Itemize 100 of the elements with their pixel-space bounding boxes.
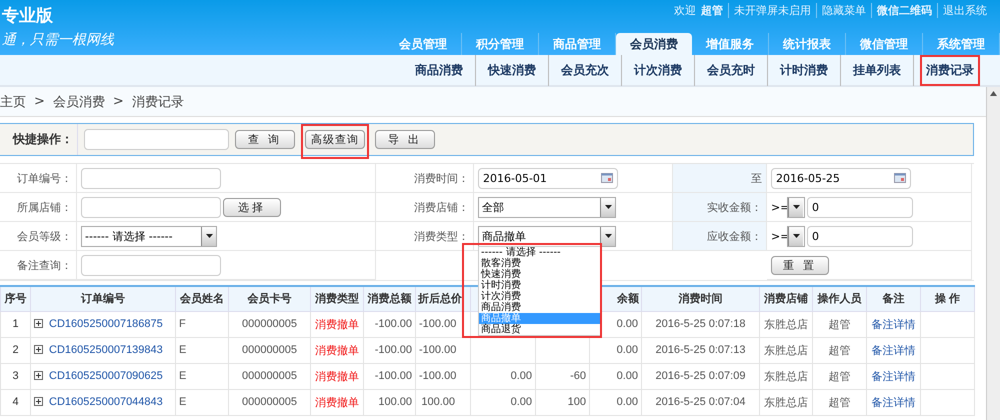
field-label: 会员等级： <box>17 228 72 244</box>
table-cell: 000000005 <box>242 396 298 408</box>
sub-nav-link[interactable]: 商品消费 <box>411 62 467 78</box>
expand-icon[interactable] <box>34 397 43 406</box>
table-cell: 0.00 <box>510 370 532 382</box>
table-cell: 0.00 <box>616 396 638 408</box>
column-header: 序号 <box>0 286 30 311</box>
field-label: 消费时间： <box>414 170 469 186</box>
input-field[interactable] <box>81 168 221 188</box>
quick-search-field[interactable] <box>84 129 229 150</box>
table-cell: 2016-5-25 0:07:09 <box>656 370 746 382</box>
column-header: 折后总价 <box>416 286 470 311</box>
amount-field[interactable]: 0 <box>807 196 913 218</box>
table-cell: 2016-5-25 0:07:04 <box>656 396 746 408</box>
column-header: 订单编号 <box>30 286 176 311</box>
column-header: 操 作 <box>920 286 974 311</box>
caret-icon <box>792 205 800 209</box>
table-cell: 超管 <box>828 370 850 382</box>
table-cell: 0.00 <box>616 344 638 356</box>
table-cell: 000000005 <box>242 370 298 382</box>
column-header: 会员姓名 <box>176 286 228 311</box>
field-label: 实收金额： <box>707 200 762 214</box>
reset-button[interactable]: 重 置 <box>771 256 829 274</box>
table-cell: 消费撤单 <box>315 396 359 408</box>
table-cell: -100.00 <box>374 318 412 330</box>
column-header: 备注 <box>866 286 920 311</box>
input-field[interactable] <box>81 196 221 218</box>
toolbar-button[interactable]: 高级查询 <box>305 130 365 149</box>
column-header: 消费时间 <box>642 286 760 311</box>
dropdown-select[interactable]: ------ 请选择 ------ <box>81 226 217 246</box>
table-cell: 0.00 <box>616 318 638 330</box>
operator-select[interactable] <box>787 196 805 218</box>
breadcrumb-link[interactable]: 消费记录 <box>132 92 184 110</box>
table-cell: -100.00 <box>374 370 412 382</box>
table-cell: 消费撤单 <box>315 370 359 382</box>
caret-icon <box>206 234 212 238</box>
calendar-icon <box>601 173 613 183</box>
dropdown-select[interactable]: 商品撤单 <box>478 226 616 246</box>
sub-nav-link[interactable]: 消费记录 <box>922 62 978 78</box>
table-cell: 1 <box>12 318 19 330</box>
sub-nav-link[interactable]: 挂单列表 <box>849 62 905 78</box>
table-cell: 超管 <box>828 318 850 330</box>
table-cell: 消费撤单 <box>315 344 359 356</box>
field-label: 应收金额： <box>707 228 762 244</box>
table-cell: -100.00 <box>419 370 456 382</box>
table-cell: 0.00 <box>616 370 638 382</box>
sub-nav-link[interactable]: 会员充次 <box>557 62 613 78</box>
sub-nav-link[interactable]: 计次消费 <box>630 62 686 78</box>
scrollbar[interactable] <box>986 87 1000 420</box>
input-field[interactable] <box>81 254 221 276</box>
edition-title: 专业版 <box>2 5 54 27</box>
table-cell: 东胜总店 <box>764 318 808 330</box>
table-cell: 3 <box>12 370 19 382</box>
table-cell: 2016-5-25 0:07:18 <box>656 318 746 330</box>
breadcrumb-separator: > <box>34 94 45 109</box>
toolbar-button[interactable]: 导 出 <box>375 130 435 149</box>
dropdown-select[interactable]: 全部 <box>478 196 616 218</box>
breadcrumb-link[interactable]: 会员消费 <box>52 92 105 110</box>
caret-icon <box>604 205 612 209</box>
toolbar-button[interactable]: 查 询 <box>235 130 295 149</box>
caret-icon <box>604 234 612 238</box>
select-button[interactable]: 选择 <box>223 198 281 216</box>
table-cell: E <box>179 344 186 356</box>
table-cell: E <box>179 396 186 408</box>
table-cell: -100.00 <box>419 318 456 330</box>
sub-nav-link[interactable]: 计时消费 <box>776 62 832 78</box>
column-header: 会员卡号 <box>228 286 310 311</box>
caret-icon <box>792 234 800 238</box>
table-cell: 000000005 <box>242 318 298 330</box>
table-cell: 100.00 <box>378 396 412 408</box>
expand-icon[interactable] <box>34 345 43 354</box>
breadcrumb-link[interactable]: 主页 <box>0 92 26 110</box>
column-header: 消费总额 <box>364 286 416 311</box>
expand-icon[interactable] <box>34 319 43 328</box>
table-cell: 东胜总店 <box>764 370 808 382</box>
slogan: 通，只需一根网线 <box>2 31 114 49</box>
table-cell: 100 <box>568 396 586 408</box>
table-cell: 4 <box>12 396 19 408</box>
table-cell: 超管 <box>828 344 850 356</box>
calendar-icon <box>894 173 906 183</box>
sub-nav-link[interactable]: 会员充时 <box>703 62 759 78</box>
operator-select[interactable] <box>787 226 805 246</box>
table-cell: 2 <box>12 344 19 356</box>
column-header: 操作人员 <box>812 286 866 311</box>
field-label: 消费店铺： <box>414 200 469 214</box>
expand-icon[interactable] <box>34 371 43 380</box>
table-cell: -100.00 <box>419 344 456 356</box>
table-cell: 2016-5-25 0:07:13 <box>656 344 746 356</box>
nav-tab[interactable]: 会员消费 <box>616 33 692 55</box>
date-field[interactable]: 2016-05-25 <box>771 168 911 188</box>
sub-nav-link[interactable]: 快速消费 <box>484 62 540 78</box>
table-cell: 超管 <box>828 396 850 408</box>
scroll-up-icon[interactable] <box>990 91 997 96</box>
table-cell: -60 <box>570 370 586 382</box>
field-label: 所属店铺： <box>17 200 72 214</box>
field-label: 订单编号： <box>17 170 72 186</box>
field-label: 备注查询： <box>17 258 72 272</box>
column-header: 消费店铺 <box>760 286 812 311</box>
amount-field[interactable]: 0 <box>807 226 913 246</box>
date-field[interactable]: 2016-05-01 <box>478 168 618 188</box>
